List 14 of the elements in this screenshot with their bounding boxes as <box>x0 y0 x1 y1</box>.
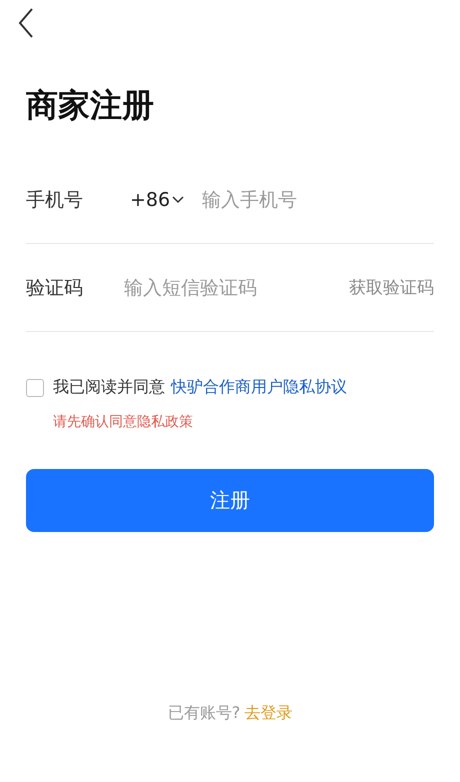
country-code-dropdown[interactable]: +86 <box>130 188 184 210</box>
chevron-icon <box>172 196 184 204</box>
back-icon[interactable] <box>18 8 34 38</box>
get-code-button[interactable]: 获取验证码 <box>349 276 434 299</box>
page-title: 商家注册 <box>26 85 155 126</box>
agreement-text: 我已阅读并同意 <box>53 377 165 398</box>
privacy-agreement-link[interactable]: 快驴合作商用户隐私协议 <box>171 377 347 398</box>
error-message: 请先确认同意隐私政策 <box>53 413 194 431</box>
register-button[interactable]: 注册 <box>26 469 434 532</box>
login-link[interactable]: 去登录 <box>244 703 292 724</box>
code-label: 验证码 <box>26 276 84 300</box>
has-account-text: 已有账号? <box>168 703 240 724</box>
phone-label: 手机号 <box>26 188 84 212</box>
agreement-checkbox[interactable] <box>26 378 44 396</box>
